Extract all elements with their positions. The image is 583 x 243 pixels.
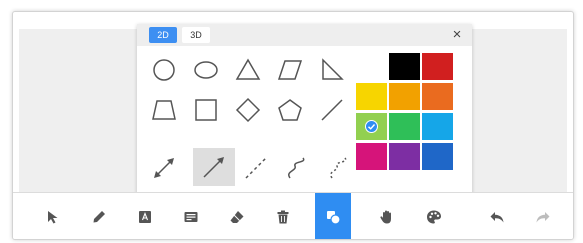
- parallelogram-shape[interactable]: [269, 51, 311, 89]
- color-swatch-yellow[interactable]: [356, 83, 387, 110]
- select-icon[interactable]: [36, 195, 70, 238]
- trash-icon[interactable]: [266, 195, 300, 238]
- double-arrow-shape[interactable]: [143, 149, 185, 187]
- whiteboard-window: 2D 3D ×: [12, 11, 574, 240]
- color-swatch-black[interactable]: [389, 53, 420, 80]
- dashed-curve-shape[interactable]: [319, 149, 361, 187]
- dashed-line-shape[interactable]: [235, 149, 277, 187]
- undo-icon[interactable]: [480, 195, 514, 238]
- close-icon[interactable]: ×: [448, 26, 466, 44]
- text-icon[interactable]: [128, 195, 162, 238]
- pentagon-shape[interactable]: [269, 91, 311, 129]
- right-triangle-shape[interactable]: [311, 51, 353, 89]
- check-icon: [365, 120, 378, 133]
- eraser-icon[interactable]: [220, 195, 254, 238]
- color-swatch-magenta[interactable]: [356, 143, 387, 170]
- color-swatch-purple[interactable]: [389, 143, 420, 170]
- shapes-panel: 2D 3D ×: [137, 24, 472, 196]
- palette-icon[interactable]: [417, 195, 451, 238]
- color-swatch-blue[interactable]: [422, 143, 453, 170]
- color-swatch-green[interactable]: [389, 113, 420, 140]
- image-icon[interactable]: [174, 195, 208, 238]
- color-swatch-white[interactable]: [356, 53, 387, 80]
- curve-shape[interactable]: [277, 149, 319, 187]
- color-swatch-sky-blue[interactable]: [422, 113, 453, 140]
- line-shape[interactable]: [311, 91, 353, 129]
- panel-header: 2D 3D ×: [137, 24, 472, 46]
- tab-2d[interactable]: 2D: [149, 27, 177, 43]
- shapes-icon[interactable]: [315, 193, 351, 239]
- color-swatch-light-green[interactable]: [356, 113, 387, 140]
- bottom-toolbar: [13, 192, 573, 239]
- circle-shape[interactable]: [143, 51, 185, 89]
- color-swatch-orange[interactable]: [422, 83, 453, 110]
- arrow-shape[interactable]: [193, 148, 235, 186]
- color-swatch-amber[interactable]: [389, 83, 420, 110]
- diamond-shape[interactable]: [227, 91, 269, 129]
- hand-icon[interactable]: [370, 195, 404, 238]
- color-swatch-red[interactable]: [422, 53, 453, 80]
- ellipse-shape[interactable]: [185, 51, 227, 89]
- pen-icon[interactable]: [82, 195, 116, 238]
- triangle-shape[interactable]: [227, 51, 269, 89]
- redo-icon[interactable]: [526, 195, 560, 238]
- tab-3d[interactable]: 3D: [182, 27, 210, 43]
- trapezoid-shape[interactable]: [143, 91, 185, 129]
- square-shape[interactable]: [185, 91, 227, 129]
